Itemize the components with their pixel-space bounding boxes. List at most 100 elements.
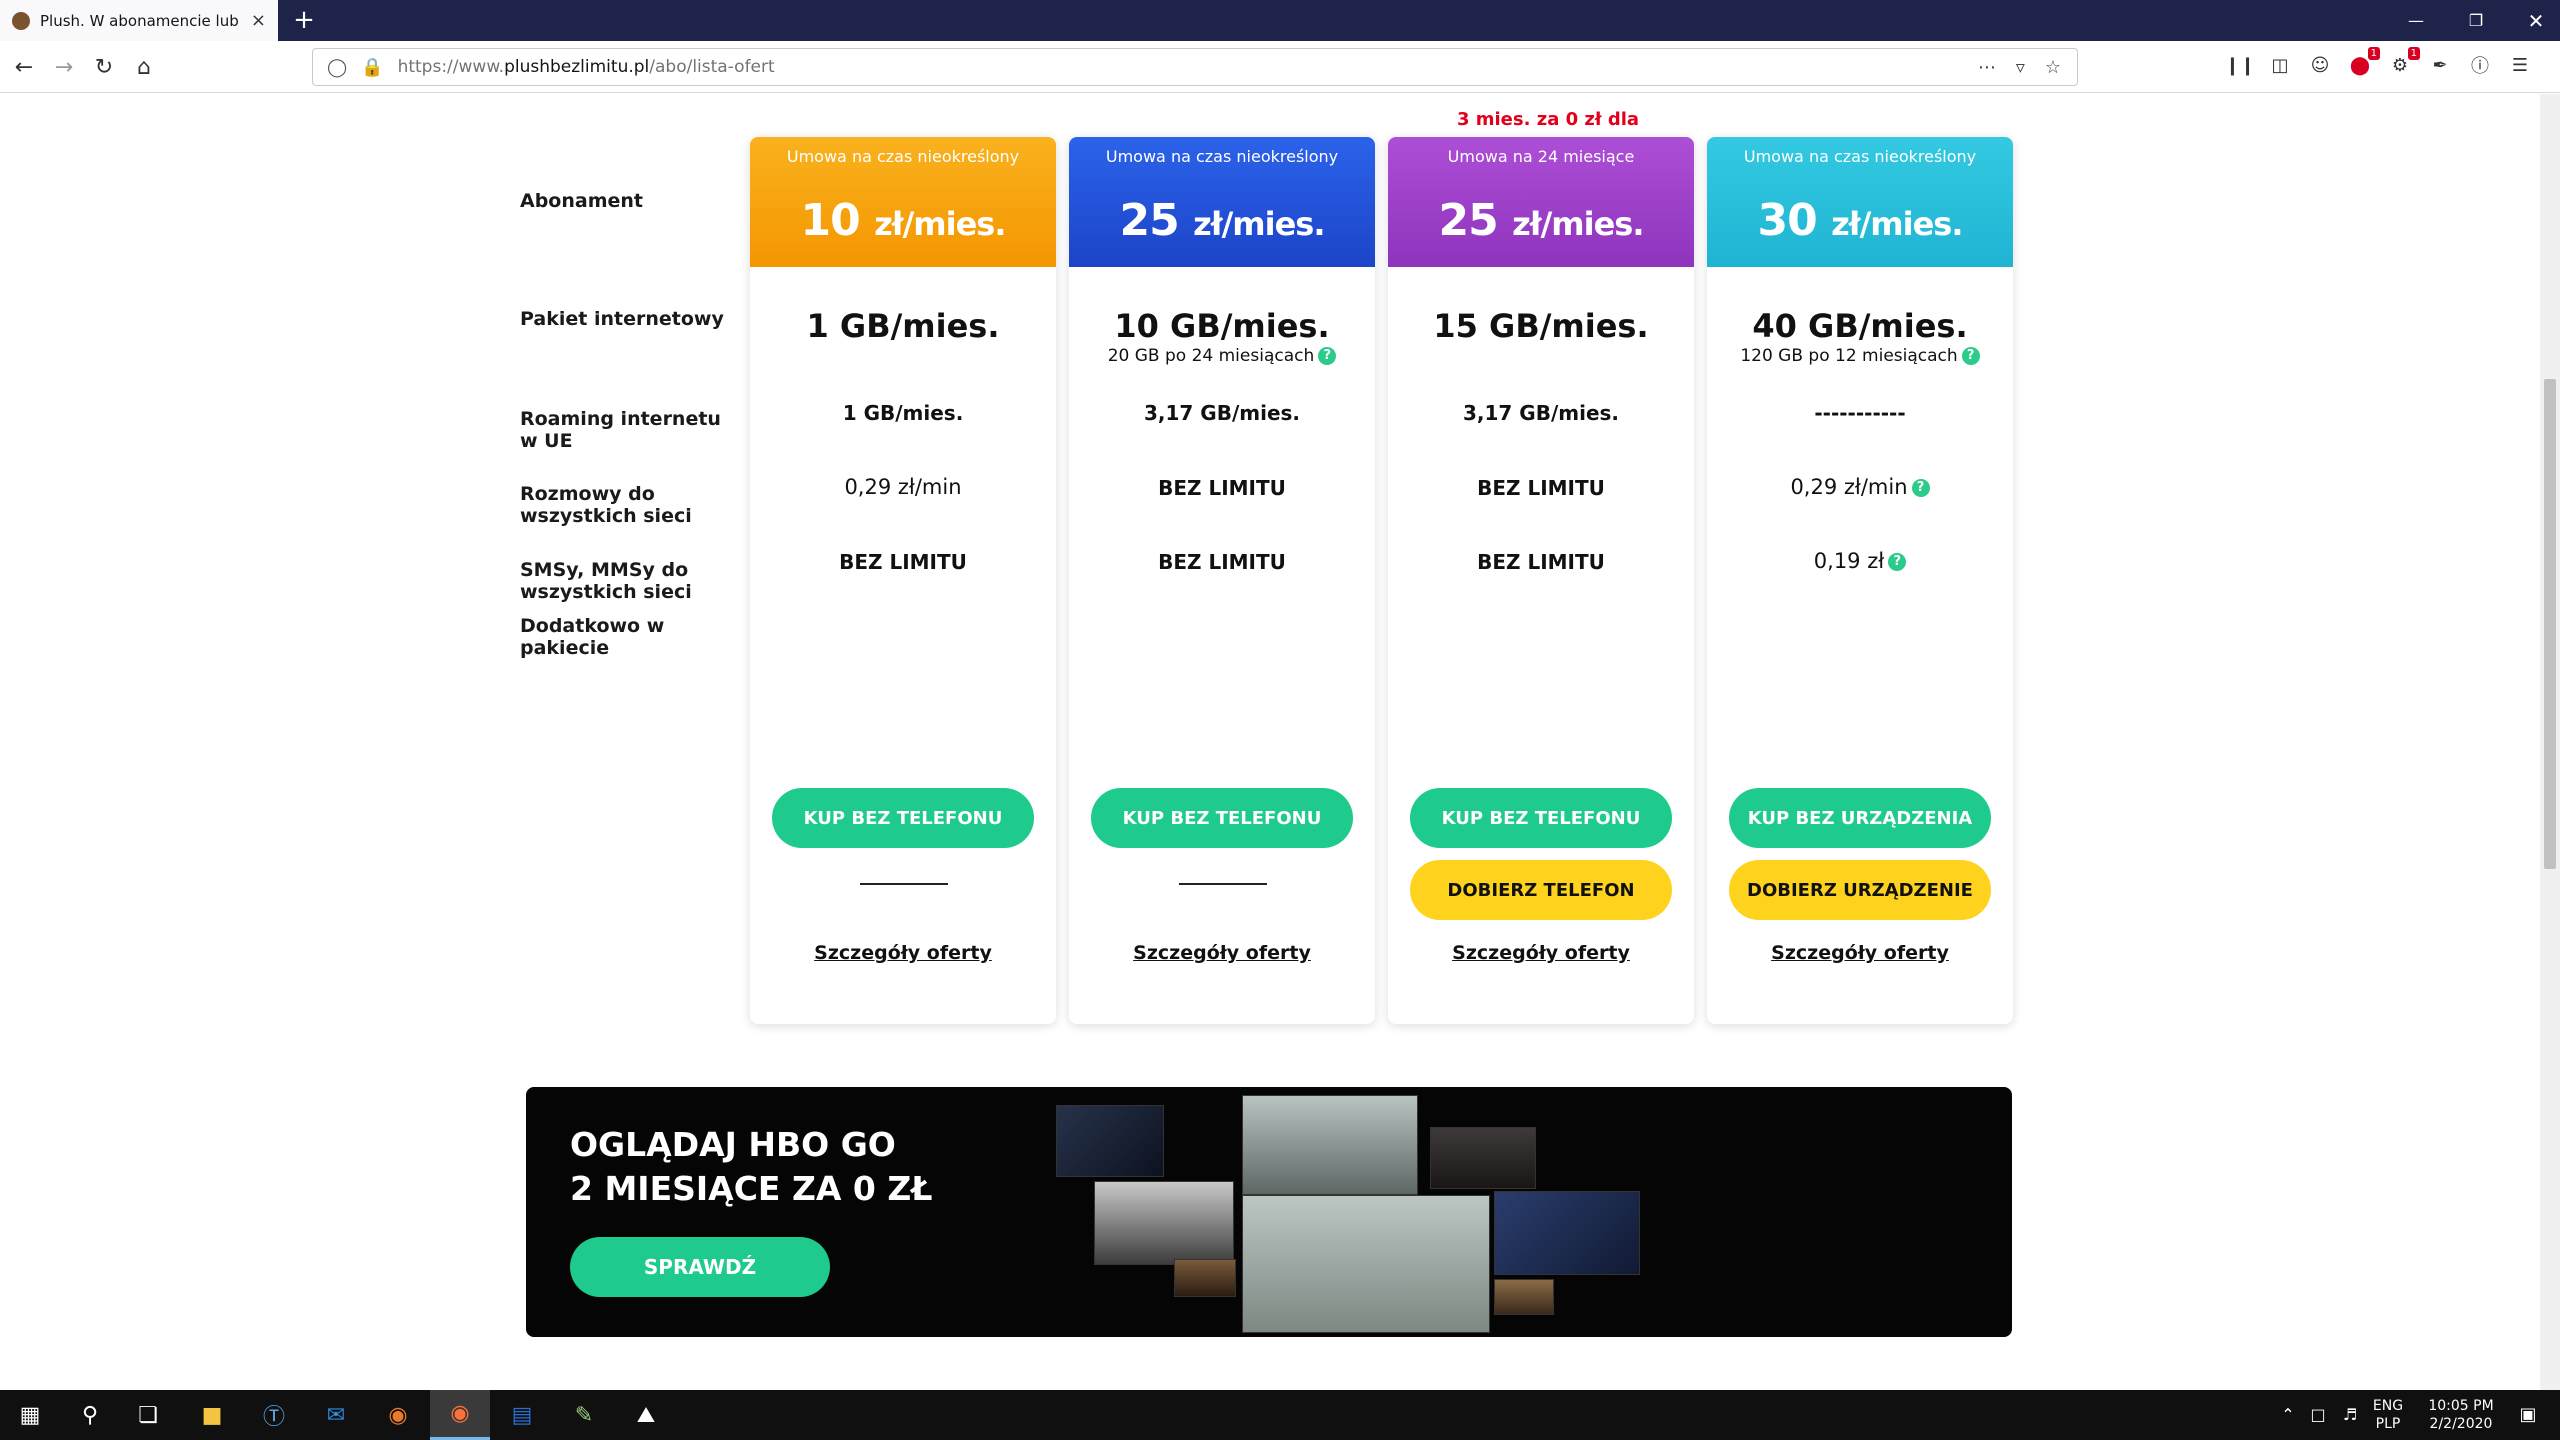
home-icon[interactable]: ⌂: [128, 51, 160, 83]
movie-poster-image: [1094, 1181, 1234, 1265]
movie-poster-image: [1494, 1279, 1554, 1315]
buy-without-device-button[interactable]: KUP BEZ URZĄDZENIA: [1729, 788, 1991, 848]
url-bar[interactable]: ◯ 🔒 https://www.plushbezlimitu.pl/abo/li…: [312, 48, 2078, 86]
plan-price: 25 zł/mies.: [1438, 195, 1645, 246]
minimize-icon[interactable]: —: [2386, 0, 2446, 41]
row-label-pakiet: Pakiet internetowy: [520, 308, 724, 330]
info-icon[interactable]: ⓘ: [2468, 53, 2492, 77]
buy-without-phone-button[interactable]: KUP BEZ TELEFONU: [1410, 788, 1672, 848]
plan-calls: 0,29 zł/min: [844, 475, 962, 499]
network-icon[interactable]: □: [2304, 1390, 2332, 1440]
plan-card-3: Umowa na 24 miesiące 25 zł/mies. 15 GB/m…: [1388, 137, 1694, 1024]
row-label-dodatkowo: Dodatkowo w pakiecie: [520, 615, 665, 659]
search-icon[interactable]: ⚲: [60, 1390, 120, 1440]
offer-details-link[interactable]: Szczegóły oferty: [1388, 942, 1694, 964]
row-label-abonament: Abonament: [520, 190, 643, 212]
clock[interactable]: 10:05 PM 2/2/2020: [2416, 1390, 2506, 1440]
plan-sms: BEZ LIMITU: [839, 550, 967, 574]
choose-device-button[interactable]: DOBIERZ URZĄDZENIE: [1729, 860, 1991, 920]
browser-tab[interactable]: Plush. W abonamencie lub na k ×: [0, 0, 278, 41]
browser-app-icon[interactable]: ◉: [368, 1390, 428, 1440]
offer-details-link[interactable]: Szczegóły oferty: [1707, 942, 2013, 964]
plan-price: 30 zł/mies.: [1757, 195, 1964, 246]
plan-calls: BEZ LIMITU: [1477, 476, 1605, 500]
url-text[interactable]: https://www.plushbezlimitu.pl/abo/lista-…: [398, 57, 775, 77]
help-icon[interactable]: ?: [1318, 347, 1337, 365]
plan-price: 25 zł/mies.: [1119, 195, 1326, 246]
help-icon[interactable]: ?: [1888, 553, 1907, 571]
adblock-badge: 1: [2367, 47, 2380, 60]
lock-icon[interactable]: 🔒: [361, 57, 383, 78]
buy-without-phone-button[interactable]: KUP BEZ TELEFONU: [772, 788, 1034, 848]
task-view-icon[interactable]: ❏: [118, 1390, 178, 1440]
plan-data-sub: 120 GB po 12 miesiącach?: [1707, 346, 2013, 366]
close-tab-icon[interactable]: ×: [251, 10, 266, 31]
row-label-rozmowy: Rozmowy do wszystkich sieci: [520, 483, 692, 527]
bookmark-star-icon[interactable]: ☆: [2045, 57, 2061, 78]
scrollbar-thumb[interactable]: [2544, 379, 2556, 869]
plan-calls: 0,29 zł/min?: [1707, 475, 2013, 499]
plan-header: Umowa na czas nieokreślony 30 zł/mies.: [1707, 137, 2013, 267]
row-label-roaming: Roaming internetu w UE: [520, 408, 721, 452]
eyedropper-icon[interactable]: ✒: [2428, 53, 2452, 77]
offer-details-link[interactable]: Szczegóły oferty: [750, 942, 1056, 964]
extension-icon[interactable]: ⚙ 1: [2388, 47, 2420, 77]
plan-term: Umowa na czas nieokreślony: [1105, 147, 1339, 166]
shield-icon[interactable]: ◯: [327, 57, 347, 78]
back-icon[interactable]: ←: [8, 51, 40, 83]
pocket-icon[interactable]: ▿: [2016, 57, 2025, 78]
adblock-icon[interactable]: ⬤ 1: [2348, 47, 2380, 77]
plan-term: Umowa na czas nieokreślony: [786, 147, 1020, 166]
page-scrollbar[interactable]: [2540, 94, 2560, 1390]
plan-roaming: 1 GB/mies.: [842, 401, 964, 425]
tab-title: Plush. W abonamencie lub na k: [40, 11, 241, 30]
paint-app-icon[interactable]: ✎: [554, 1390, 614, 1440]
forward-icon[interactable]: →: [48, 51, 80, 83]
divider-line: [860, 883, 948, 885]
plan-data: 15 GB/mies.: [1433, 307, 1649, 345]
volume-icon[interactable]: ♬: [2336, 1390, 2364, 1440]
new-tab-button[interactable]: +: [288, 4, 320, 36]
plan-term: Umowa na 24 miesiące: [1447, 147, 1635, 166]
firefox-icon[interactable]: ◉: [430, 1390, 490, 1440]
tray-chevron-icon[interactable]: ⌃: [2276, 1390, 2300, 1440]
plan-price: 10 zł/mies.: [800, 195, 1007, 246]
navigation-bar: ← → ↻ ⌂ ◯ 🔒 https://www.plushbezlimitu.p…: [0, 41, 2560, 93]
menu-icon[interactable]: ☰: [2508, 53, 2532, 77]
reload-icon[interactable]: ↻: [88, 51, 120, 83]
tab-bar: Plush. W abonamencie lub na k × + — ❐ ✕: [0, 0, 2560, 41]
page-actions-icon[interactable]: ⋯: [1978, 57, 1996, 78]
check-button[interactable]: SPRAWDŹ: [570, 1237, 830, 1297]
plan-term: Umowa na czas nieokreślony: [1743, 147, 1977, 166]
file-explorer-icon[interactable]: ■: [182, 1390, 242, 1440]
account-icon[interactable]: ☺: [2308, 53, 2332, 77]
offer-details-link[interactable]: Szczegóły oferty: [1069, 942, 1375, 964]
plan-roaming: 3,17 GB/mies.: [1462, 401, 1620, 425]
library-icon[interactable]: ❙❙: [2225, 53, 2255, 77]
clock-date: 2/2/2020: [2429, 1416, 2493, 1432]
movie-poster-image: [1174, 1259, 1236, 1297]
document-app-icon[interactable]: ▤: [492, 1390, 552, 1440]
plan-data: 10 GB/mies.: [1114, 307, 1330, 345]
buy-without-phone-button[interactable]: KUP BEZ TELEFONU: [1091, 788, 1353, 848]
plan-sms: BEZ LIMITU: [1477, 550, 1605, 574]
photos-app-icon[interactable]: ⛰: [616, 1390, 676, 1440]
row-label-sms: SMSy, MMSy do wszystkich sieci: [520, 559, 692, 603]
sidebar-icon[interactable]: ◫: [2268, 53, 2292, 77]
language-indicator[interactable]: ENG PLP: [2366, 1390, 2410, 1440]
close-window-icon[interactable]: ✕: [2506, 0, 2560, 41]
notifications-icon[interactable]: ▣: [2506, 1390, 2550, 1440]
movie-poster-image: [1430, 1127, 1536, 1189]
plan-data-sub: 20 GB po 24 miesiącach?: [1069, 346, 1375, 366]
help-icon[interactable]: ?: [1911, 479, 1930, 497]
windows-taskbar: ▦ ⚲ ❏ ■ Ⓣ ✉ ◉ ◉ ▤ ✎ ⛰ ⌃ □ ♬ ENG PLP 10:0…: [0, 1390, 2560, 1440]
mail-app-icon[interactable]: ✉: [306, 1390, 366, 1440]
plan-roaming: 3,17 GB/mies.: [1143, 401, 1301, 425]
windows-start-icon[interactable]: ▦: [0, 1390, 60, 1440]
choose-phone-button[interactable]: DOBIERZ TELEFON: [1410, 860, 1672, 920]
hbo-go-banner[interactable]: OGLĄDAJ HBO GO 2 MIESIĄCE ZA 0 ZŁ SPRAWD…: [526, 1087, 2012, 1337]
help-icon[interactable]: ?: [1961, 347, 1980, 365]
movie-poster-image: [1494, 1191, 1640, 1275]
restore-icon[interactable]: ❐: [2446, 0, 2506, 41]
app-m-icon[interactable]: Ⓣ: [244, 1390, 304, 1440]
